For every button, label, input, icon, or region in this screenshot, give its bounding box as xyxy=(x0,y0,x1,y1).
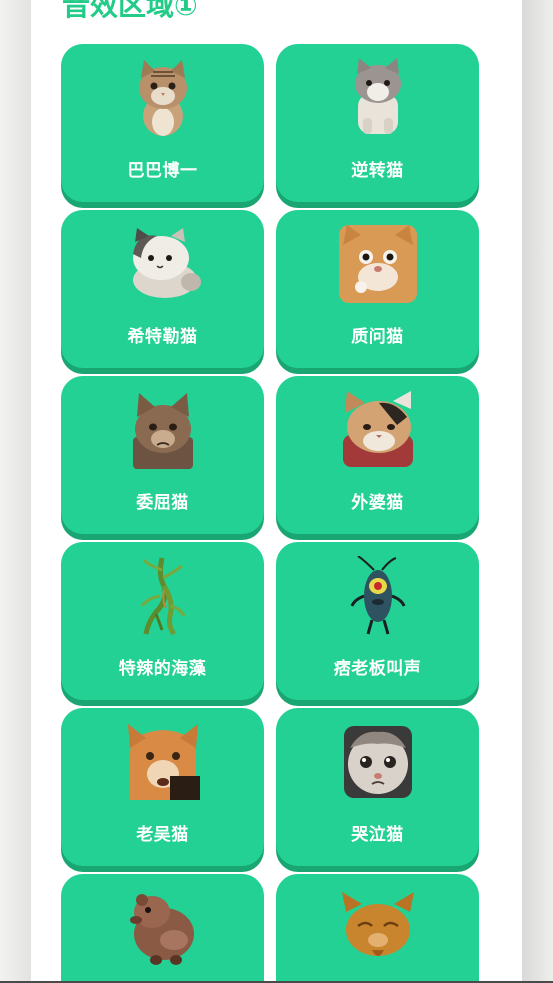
cat-crying-icon xyxy=(338,722,418,802)
sound-button-nizhuanmao[interactable]: 逆转猫 xyxy=(276,44,479,202)
hamster-icon xyxy=(123,888,203,968)
cat-orange-icon xyxy=(123,722,203,802)
sound-label: 巴巴博一 xyxy=(127,161,198,181)
page-margin-right xyxy=(522,0,553,983)
sound-button-laowumao[interactable]: 老吴猫 xyxy=(61,708,264,866)
sound-label: 哭泣猫 xyxy=(351,825,404,845)
sound-button-spicy-seaweed[interactable]: 特辣的海藻 xyxy=(61,542,264,700)
sound-label: 逆转猫 xyxy=(351,161,404,181)
cat-tabby-icon xyxy=(123,390,203,470)
cat-calico-icon xyxy=(338,390,418,470)
sound-button-kuqimao[interactable]: 哭泣猫 xyxy=(276,708,479,866)
page-margin-left xyxy=(0,0,31,983)
sound-label: 外婆猫 xyxy=(351,493,404,513)
sound-button-hamster[interactable] xyxy=(61,874,264,983)
sound-label: 特辣的海藻 xyxy=(118,659,207,679)
sound-button-weiqumao[interactable]: 委屈猫 xyxy=(61,376,264,534)
cat-gray-white-icon xyxy=(338,58,418,138)
cat-orange-icon xyxy=(338,224,418,304)
sound-button-zhiwenmao[interactable]: 质问猫 xyxy=(276,210,479,368)
cat-tabby-icon xyxy=(123,58,203,138)
cat-orange-icon xyxy=(338,888,418,968)
sound-button-plankton[interactable]: 痞老板叫声 xyxy=(276,542,479,700)
sound-label: 痞老板叫声 xyxy=(333,659,422,679)
sound-label: 质问猫 xyxy=(351,327,404,347)
sound-button-waipomao[interactable]: 外婆猫 xyxy=(276,376,479,534)
sound-button-xitelemao[interactable]: 希特勒猫 xyxy=(61,210,264,368)
section-title: 音效区域① xyxy=(62,0,198,22)
sound-grid: 巴巴博一 逆转猫 希特勒猫 质问猫 委屈猫 外婆猫 特辣的海藻 痞老板叫声 老吴… xyxy=(61,44,479,983)
plankton-icon xyxy=(338,556,418,636)
cat-gray-white-icon xyxy=(123,224,203,304)
sound-label: 希特勒猫 xyxy=(127,327,198,347)
sound-button-bababoyi[interactable]: 巴巴博一 xyxy=(61,44,264,202)
sound-label: 委屈猫 xyxy=(136,493,189,513)
sound-label: 老吴猫 xyxy=(136,825,189,845)
sound-panel: 音效区域① 巴巴博一 逆转猫 希特勒猫 质问猫 委屈猫 外婆猫 特辣的海藻 痞老… xyxy=(31,0,522,983)
seaweed-icon xyxy=(123,556,203,636)
sound-button-orange-cat[interactable] xyxy=(276,874,479,983)
